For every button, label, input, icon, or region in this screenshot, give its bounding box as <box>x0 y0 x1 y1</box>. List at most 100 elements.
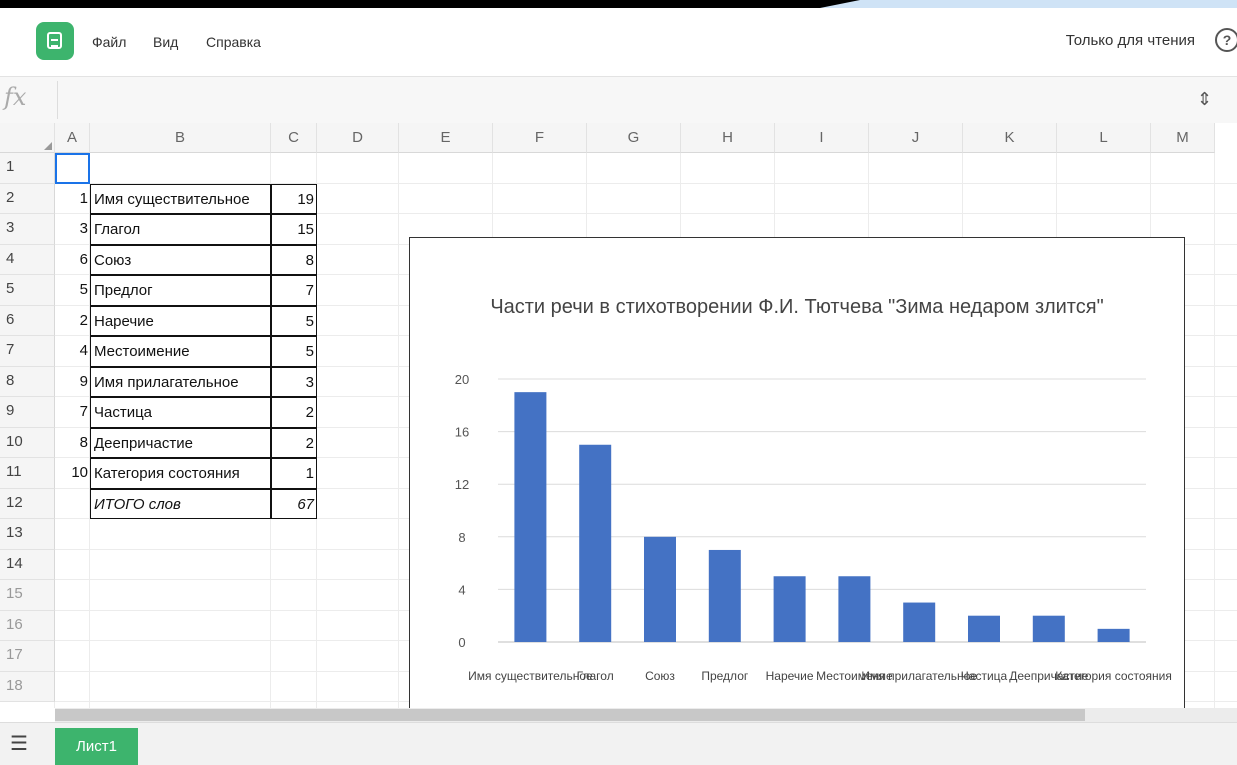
x-category-label: Категория состояния <box>1055 669 1172 683</box>
row-header-17[interactable]: 17 <box>0 641 55 672</box>
column-header-h[interactable]: H <box>681 123 775 153</box>
cell-b9[interactable]: Частица <box>90 397 271 428</box>
column-header-f[interactable]: F <box>493 123 587 153</box>
cell-a2[interactable]: 1 <box>55 184 90 215</box>
cell-a6[interactable]: 2 <box>55 306 90 337</box>
column-header-b[interactable]: B <box>90 123 271 153</box>
corner-cell[interactable] <box>0 123 55 153</box>
cell-a7[interactable]: 4 <box>55 336 90 367</box>
cell-b6[interactable]: Наречие <box>90 305 271 336</box>
cell-b8[interactable]: Имя прилагательное <box>90 366 271 397</box>
menu-help[interactable]: Справка <box>206 34 261 50</box>
cell-b7[interactable]: Местоимение <box>90 336 271 367</box>
cell-c6[interactable]: 5 <box>271 305 317 336</box>
formula-input[interactable] <box>66 89 1166 111</box>
cell-c8[interactable]: 3 <box>271 366 317 397</box>
x-category-label: Предлог <box>701 669 749 683</box>
cell-c5[interactable]: 7 <box>271 275 317 306</box>
horizontal-scrollbar[interactable] <box>55 708 1237 722</box>
column-gridline <box>398 153 399 708</box>
readonly-label: Только для чтения <box>1065 32 1195 49</box>
column-header-l[interactable]: L <box>1057 123 1151 153</box>
column-header-a[interactable]: A <box>55 123 90 153</box>
chart-bar <box>838 576 871 642</box>
column-gridline <box>1214 153 1215 708</box>
sheet-tab-active[interactable]: Лист1 <box>55 728 138 765</box>
chart-plot: 0 4 8 12 16 20 Имя существительноеГлагол Союз Пр… <box>455 372 1172 683</box>
cell-c10[interactable]: 2 <box>271 427 317 458</box>
menu-file[interactable]: Файл <box>92 34 126 50</box>
y-tick-label: 8 <box>458 530 465 545</box>
column-header-j[interactable]: J <box>869 123 963 153</box>
row-header-6[interactable]: 6 <box>0 305 55 336</box>
row-header-16[interactable]: 16 <box>0 610 55 641</box>
row-header-9[interactable]: 9 <box>0 397 55 428</box>
x-category-label: Глагол <box>577 669 614 683</box>
row-header-7[interactable]: 7 <box>0 336 55 367</box>
x-category-label: Частица <box>961 669 1008 683</box>
row-header-11[interactable]: 11 <box>0 458 55 489</box>
cell-a11[interactable]: 10 <box>55 458 90 489</box>
cell-c11[interactable]: 1 <box>271 458 317 489</box>
chart-bar <box>773 576 806 642</box>
cell-c3[interactable]: 15 <box>271 214 317 245</box>
column-header-m[interactable]: M <box>1151 123 1215 153</box>
cell-c4[interactable]: 8 <box>271 244 317 275</box>
y-tick-label: 12 <box>455 477 469 492</box>
help-icon[interactable]: ? <box>1215 28 1237 52</box>
x-category-label: Наречие <box>766 669 814 683</box>
row-header-18[interactable]: 18 <box>0 671 55 702</box>
column-header-e[interactable]: E <box>399 123 493 153</box>
cell-c12[interactable]: 67 <box>271 488 317 519</box>
menu-view[interactable]: Вид <box>153 34 178 50</box>
cell-b12[interactable]: ИТОГО слов <box>90 488 271 519</box>
bar-chart[interactable]: Части речи в стихотворении Ф.И. Тютчева … <box>409 237 1185 712</box>
formula-separator <box>57 81 58 119</box>
cell-a3[interactable]: 3 <box>55 214 90 245</box>
row-header-4[interactable]: 4 <box>0 244 55 275</box>
column-header-d[interactable]: D <box>317 123 399 153</box>
row-header-10[interactable]: 10 <box>0 427 55 458</box>
menu-bar: Файл Вид Справка Только для чтения ? <box>0 8 1237 74</box>
cell-b2[interactable]: Имя существительное <box>90 183 271 214</box>
column-header-g[interactable]: G <box>587 123 681 153</box>
spreadsheet-app-icon[interactable] <box>36 22 74 60</box>
cell-c7[interactable]: 5 <box>271 336 317 367</box>
cell-a5[interactable]: 5 <box>55 275 90 306</box>
scrollbar-thumb[interactable] <box>55 709 1085 721</box>
row-header-14[interactable]: 14 <box>0 549 55 580</box>
window-top-decoration <box>0 0 1237 8</box>
row-header-5[interactable]: 5 <box>0 275 55 306</box>
row-header-15[interactable]: 15 <box>0 580 55 611</box>
cell-b4[interactable]: Союз <box>90 244 271 275</box>
expand-formula-icon[interactable]: ⇕ <box>1197 89 1212 110</box>
row-header-13[interactable]: 13 <box>0 519 55 550</box>
cell-b5[interactable]: Предлог <box>90 275 271 306</box>
row-header-1[interactable]: 1 <box>0 153 55 184</box>
chart-bar <box>644 536 676 642</box>
column-header-k[interactable]: K <box>963 123 1057 153</box>
cell-c2[interactable]: 19 <box>271 183 317 214</box>
cell-b3[interactable]: Глагол <box>90 214 271 245</box>
corner-triangle-icon <box>44 142 52 150</box>
chart-bar <box>1097 628 1130 642</box>
row-header-8[interactable]: 8 <box>0 366 55 397</box>
cell-a9[interactable]: 7 <box>55 397 90 428</box>
cell-b10[interactable]: Деепричастие <box>90 427 271 458</box>
chart-bar <box>968 615 1000 642</box>
row-header-12[interactable]: 12 <box>0 488 55 519</box>
cell-c9[interactable]: 2 <box>271 397 317 428</box>
cell-b11[interactable]: Категория состояния <box>90 458 271 489</box>
sheet-tabs-bar: ☰ Лист1 <box>0 722 1237 765</box>
column-header-c[interactable]: C <box>271 123 317 153</box>
row-header-2[interactable]: 2 <box>0 183 55 214</box>
column-header-i[interactable]: I <box>775 123 869 153</box>
sheets-menu-icon[interactable]: ☰ <box>10 731 28 756</box>
cell-a4[interactable]: 6 <box>55 245 90 276</box>
x-category-label: Имя существительное <box>468 669 593 683</box>
cell-a8[interactable]: 9 <box>55 367 90 398</box>
row-header-3[interactable]: 3 <box>0 214 55 245</box>
chart-bar <box>708 549 741 642</box>
cell-a10[interactable]: 8 <box>55 428 90 459</box>
selected-cell-a1[interactable] <box>55 153 90 184</box>
